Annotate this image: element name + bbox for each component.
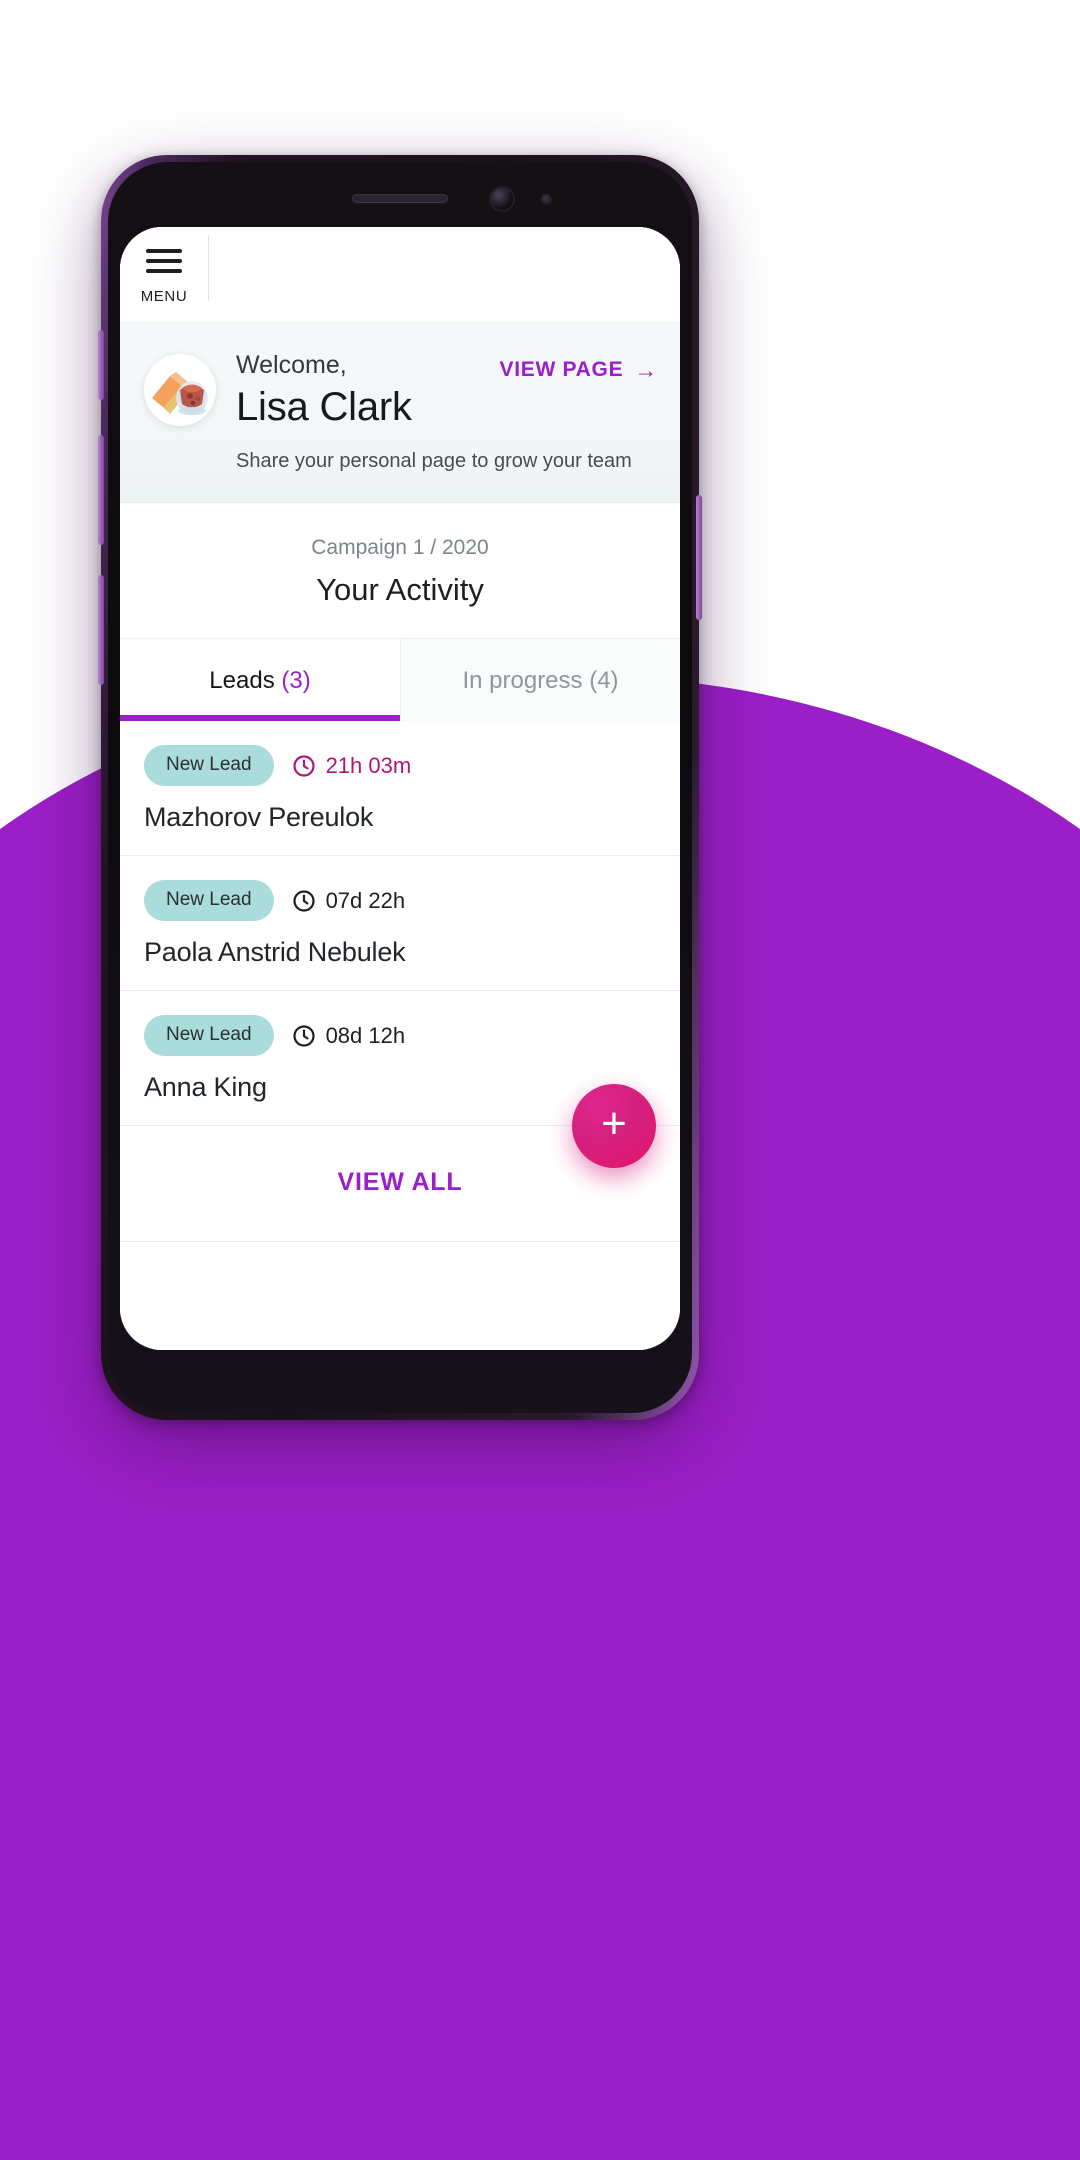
campaign-label: Campaign 1 / 2020 — [311, 536, 489, 560]
phone-screen: MENU Welcome, Lisa Clark VIEW PAGE → Sha… — [120, 227, 680, 1350]
app-header: MENU — [120, 227, 680, 321]
lead-timer: 21h 03m — [292, 752, 412, 779]
page-title: Your Activity — [316, 572, 484, 608]
lead-list: New Lead 21h 03m Mazhorov Pereulok New L… — [120, 721, 680, 1127]
status-badge: New Lead — [144, 880, 274, 922]
clock-icon — [292, 754, 315, 777]
lead-timer: 07d 22h — [292, 887, 406, 914]
hamburger-icon — [146, 249, 182, 273]
menu-button[interactable]: MENU — [120, 227, 208, 321]
table-row[interactable]: New Lead 07d 22h Paola Anstrid Nebulek — [120, 856, 680, 992]
user-avatar-product-image — [144, 354, 216, 426]
clock-icon — [292, 1024, 315, 1047]
tab-in-progress-label: In progress (4) — [462, 667, 619, 695]
lead-meta: New Lead 07d 22h — [144, 880, 656, 922]
tab-leads-count: (3) — [281, 667, 311, 695]
welcome-card: Welcome, Lisa Clark VIEW PAGE → Share yo… — [120, 321, 680, 503]
tab-leads[interactable]: Leads (3) — [120, 638, 400, 722]
app-root: MENU Welcome, Lisa Clark VIEW PAGE → Sha… — [120, 227, 680, 1350]
table-row[interactable]: New Lead 21h 03m Mazhorov Pereulok — [120, 721, 680, 857]
phone-button-volume-up[interactable] — [98, 435, 104, 545]
phone-button-volume-down[interactable] — [98, 575, 104, 685]
status-badge: New Lead — [144, 745, 274, 787]
lead-timer: 08d 12h — [292, 1022, 406, 1049]
welcome-greeting: Welcome, — [236, 351, 347, 379]
proximity-sensor-icon — [541, 194, 552, 205]
clock-icon — [292, 889, 315, 912]
tab-in-progress[interactable]: In progress (4) — [400, 638, 680, 722]
lead-timer-value: 07d 22h — [325, 887, 406, 913]
add-lead-fab[interactable]: + — [572, 1084, 656, 1168]
plus-icon: + — [601, 1099, 627, 1148]
content-filler — [120, 1242, 680, 1350]
lead-name: Mazhorov Pereulok — [144, 802, 374, 833]
welcome-top-row: Welcome, Lisa Clark VIEW PAGE → — [120, 348, 680, 432]
lead-meta: New Lead 08d 12h — [144, 1015, 656, 1057]
tab-leads-label: Leads — [209, 667, 275, 695]
welcome-text-block: Welcome, Lisa Clark — [236, 348, 500, 432]
phone-button-bixby[interactable] — [98, 330, 104, 400]
welcome-subtitle: Share your personal page to grow your te… — [236, 450, 632, 473]
front-camera-icon — [491, 188, 513, 210]
view-page-link[interactable]: VIEW PAGE → — [500, 348, 658, 382]
lead-name: Paola Anstrid Nebulek — [144, 937, 406, 968]
lead-timer-value: 08d 12h — [325, 1022, 406, 1048]
earpiece-speaker — [352, 194, 448, 203]
status-badge: New Lead — [144, 1015, 274, 1057]
header-divider — [208, 235, 209, 301]
phone-mockup: MENU Welcome, Lisa Clark VIEW PAGE → Sha… — [98, 155, 702, 1420]
lead-timer-value: 21h 03m — [325, 752, 412, 778]
avatar[interactable] — [144, 354, 216, 426]
arrow-right-icon: → — [634, 356, 658, 383]
tab-bar: Leads (3) In progress (4) — [120, 638, 680, 722]
user-name: Lisa Clark — [236, 385, 412, 430]
phone-button-power[interactable] — [696, 495, 702, 620]
activity-header: Campaign 1 / 2020 Your Activity — [120, 502, 680, 639]
menu-label: MENU — [140, 288, 188, 305]
lead-meta: New Lead 21h 03m — [144, 745, 656, 787]
lead-name: Anna King — [144, 1072, 267, 1103]
view-page-label: VIEW PAGE — [499, 358, 624, 381]
